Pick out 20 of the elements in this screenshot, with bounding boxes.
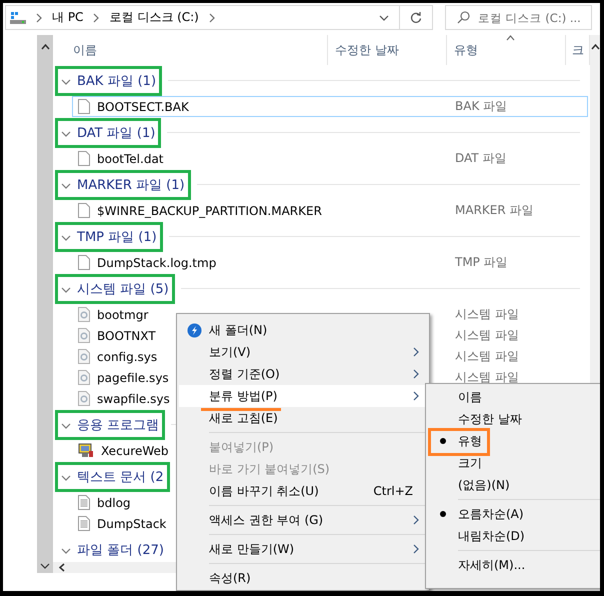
file-name: bdlog	[97, 496, 131, 510]
file-name: bootmgr	[97, 308, 148, 322]
file-type: 시스템 파일	[454, 348, 520, 365]
file-type: BAK 파일	[454, 98, 508, 115]
file-name: DumpStack.log.tmp	[97, 256, 216, 270]
file-type: DAT 파일	[454, 150, 508, 167]
file-name: swapfile.sys	[97, 392, 170, 406]
file-type: TMP 파일	[454, 254, 509, 271]
file-type: 시스템 파일	[454, 369, 520, 386]
file-name: bootTel.dat	[97, 152, 164, 166]
file-name: DumpStack	[97, 516, 166, 530]
file-name: BOOTNXT	[97, 328, 156, 342]
file-name: BOOTSECT.BAK	[97, 100, 189, 114]
file-type: 시스템 파일	[454, 327, 520, 344]
file-name: $WINRE_BACKUP_PARTITION.MARKER	[97, 204, 322, 218]
file-name: config.sys	[97, 350, 158, 364]
file-type: 시스템 파일	[454, 306, 520, 323]
file-name: XecureWeb	[101, 444, 168, 458]
file-name: pagefile.sys	[97, 370, 169, 384]
file-type: MARKER 파일	[454, 202, 535, 219]
